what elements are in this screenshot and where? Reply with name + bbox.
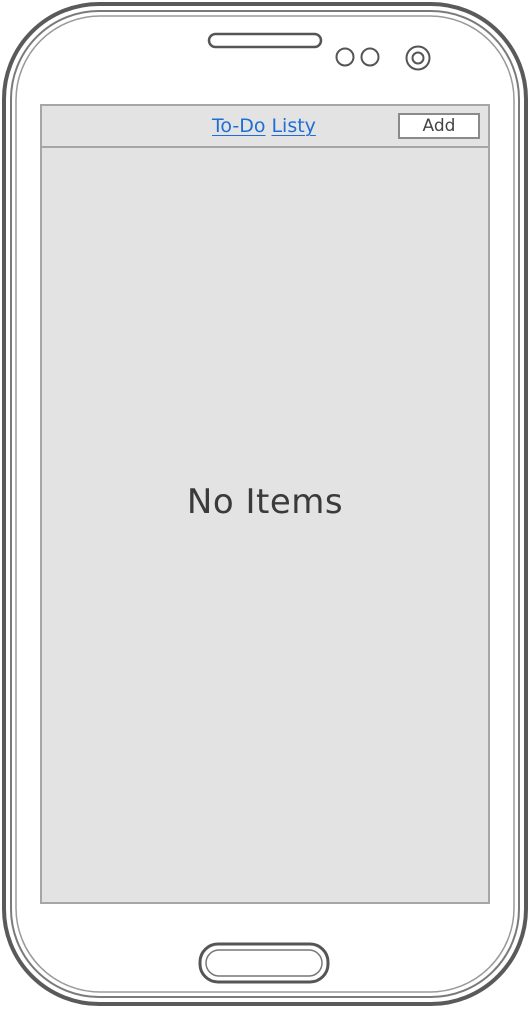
camera-icon: [405, 45, 431, 71]
phone-device: To-Do Listy Add No Items: [0, 0, 530, 1010]
add-button[interactable]: Add: [398, 113, 480, 139]
title-word-todo[interactable]: To-Do: [212, 115, 265, 137]
empty-state-message: No Items: [186, 482, 344, 522]
speaker-slot-icon: [207, 32, 323, 49]
app-screen: To-Do Listy Add No Items: [40, 104, 490, 904]
title-word-listy[interactable]: Listy: [271, 115, 315, 137]
home-button-icon[interactable]: [198, 942, 330, 984]
app-title[interactable]: To-Do Listy: [212, 115, 316, 137]
app-header: To-Do Listy Add: [42, 106, 488, 148]
